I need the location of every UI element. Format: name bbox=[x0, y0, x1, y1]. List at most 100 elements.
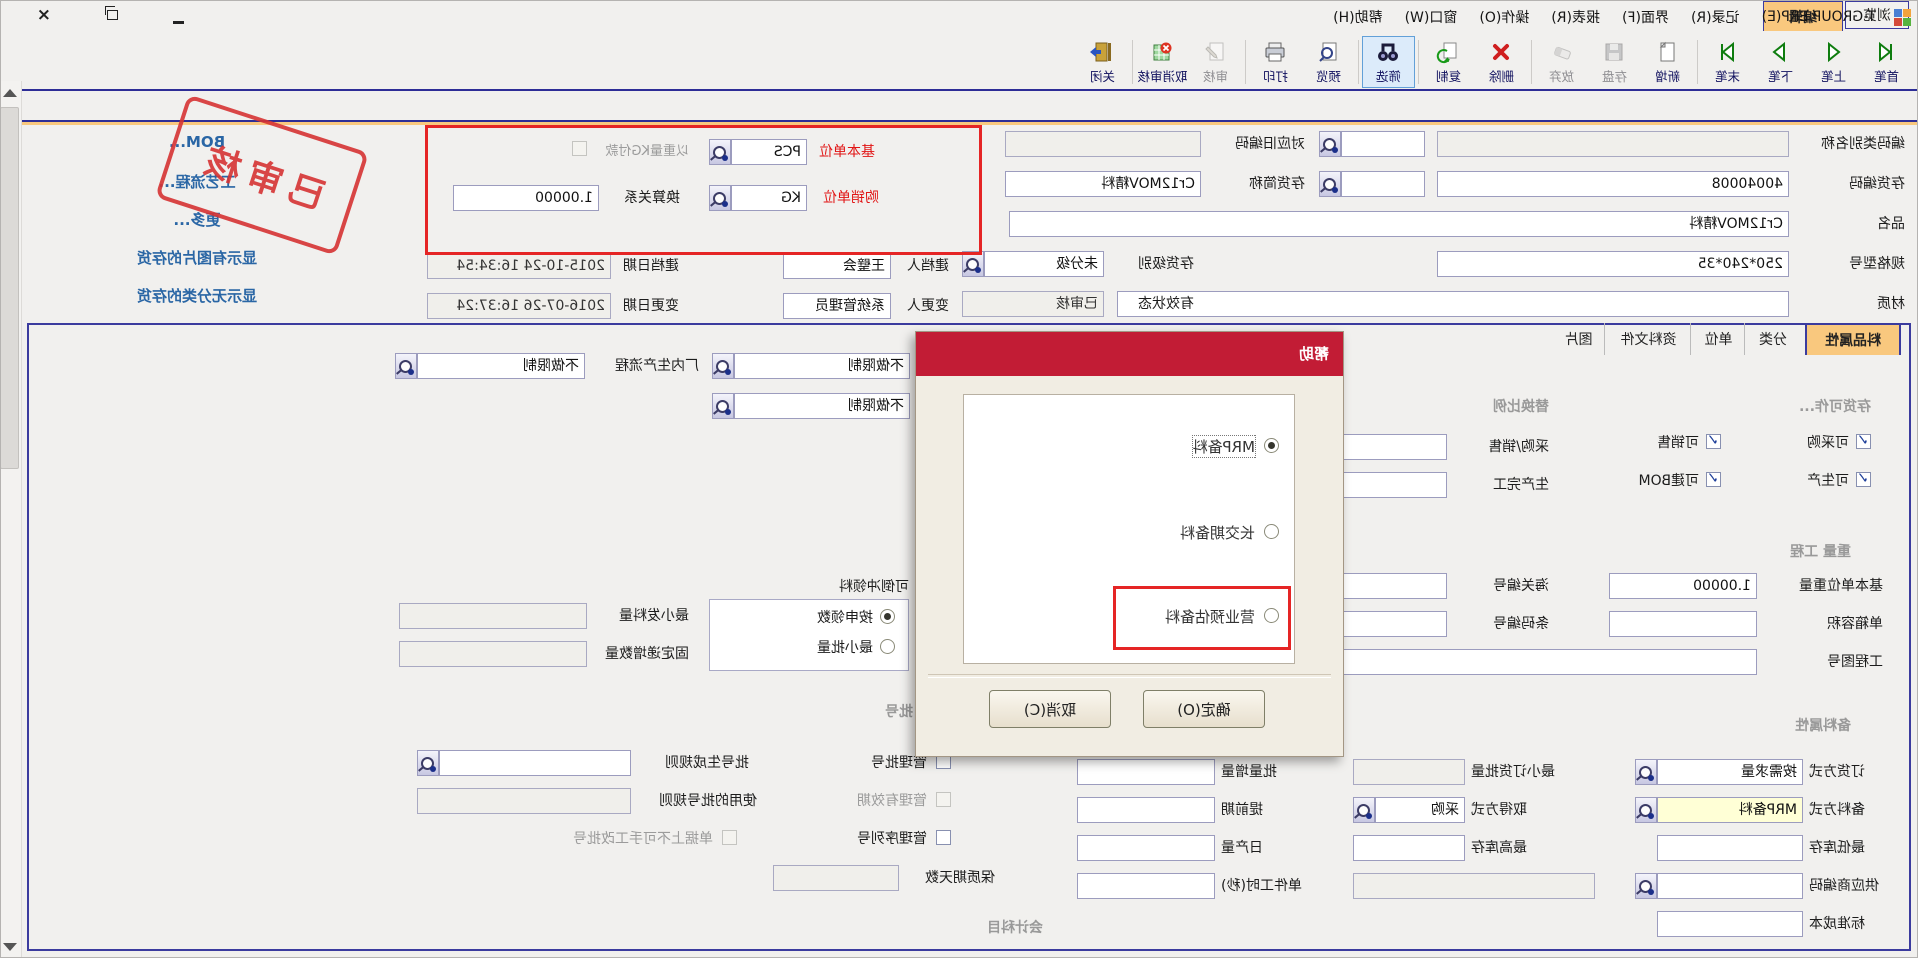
code-category-field[interactable] bbox=[1437, 131, 1789, 157]
link-show-unclassified[interactable]: 显示无分类的存货 bbox=[77, 285, 317, 306]
first-record-button[interactable]: 首笔 bbox=[1860, 36, 1913, 88]
lookup-button[interactable] bbox=[417, 750, 439, 776]
copy-button[interactable]: 复制 bbox=[1422, 36, 1475, 88]
lookup-button[interactable] bbox=[1635, 797, 1657, 823]
tab-images[interactable]: 图片 bbox=[1553, 323, 1605, 355]
tab-data-files[interactable]: 资料文件 bbox=[1607, 323, 1691, 355]
base-weight-field[interactable]: 1.00000 bbox=[1609, 573, 1757, 599]
item-code-field[interactable]: 40040008 bbox=[1437, 171, 1789, 197]
scrollbar-thumb[interactable] bbox=[0, 107, 19, 469]
material-label: 材质 bbox=[1877, 295, 1905, 313]
min-batch-radio[interactable] bbox=[880, 639, 895, 654]
flow-field-1[interactable]: 不做限制 bbox=[734, 353, 910, 379]
manage-serial-checkbox[interactable] bbox=[936, 830, 951, 845]
tab-item-properties[interactable]: 料品属性 bbox=[1805, 323, 1901, 355]
menu-item-help[interactable]: 帮助(H) bbox=[1323, 4, 1392, 30]
preview-button[interactable]: 预览 bbox=[1302, 36, 1355, 88]
min-stock-field[interactable] bbox=[1657, 835, 1803, 861]
long-lead-prepare-radio[interactable] bbox=[1264, 524, 1279, 539]
lookup-button[interactable] bbox=[712, 353, 734, 379]
filter-button[interactable]: 筛选 bbox=[1362, 36, 1415, 88]
lookup-button[interactable] bbox=[1319, 171, 1341, 197]
printer-icon bbox=[1263, 39, 1289, 65]
supplier-name-field bbox=[1353, 873, 1595, 899]
last-record-button[interactable]: 末笔 bbox=[1701, 36, 1754, 88]
menu-item-erp[interactable]: T-GROUP ERP(E) bbox=[1752, 6, 1886, 28]
vertical-scrollbar[interactable] bbox=[0, 81, 22, 958]
material-field[interactable] bbox=[1117, 291, 1789, 317]
mrp-prepare-radio[interactable] bbox=[1264, 438, 1279, 453]
ok-button[interactable]: 确定(O) bbox=[1143, 690, 1265, 728]
by-apply-radio[interactable] bbox=[880, 609, 895, 624]
prepare-mode-field[interactable]: MRP备料 bbox=[1657, 797, 1803, 823]
menu-item-record[interactable]: 记录(R) bbox=[1681, 4, 1750, 30]
lead-time-field[interactable] bbox=[1077, 797, 1215, 823]
batch-incr-field[interactable] bbox=[1077, 759, 1215, 785]
dialog-close-icon[interactable]: × bbox=[928, 343, 1329, 361]
item-abbr-combo[interactable] bbox=[1341, 171, 1425, 197]
level-field[interactable]: 未分级 bbox=[984, 251, 1104, 277]
sellable-checkbox[interactable] bbox=[1706, 434, 1721, 449]
unit-hours-field[interactable] bbox=[1077, 873, 1215, 899]
daily-output-field[interactable] bbox=[1077, 835, 1215, 861]
close-form-button[interactable]: 关闭 bbox=[1076, 36, 1129, 88]
flow-field-2[interactable]: 不做限制 bbox=[417, 353, 585, 379]
menu-item-operate[interactable]: 操作(O) bbox=[1469, 4, 1539, 30]
supplier-code-field[interactable] bbox=[1657, 873, 1803, 899]
batch-rule-label: 批号生成规则 bbox=[665, 754, 749, 772]
magnifier-icon bbox=[1324, 178, 1337, 191]
print-button[interactable]: 打印 bbox=[1249, 36, 1302, 88]
mrp-prepare-label[interactable]: MRP备料 bbox=[1193, 436, 1255, 457]
dialog-titlebar[interactable]: 帮助 × bbox=[916, 332, 1343, 376]
code-category-combo[interactable] bbox=[1341, 131, 1425, 157]
next-record-button[interactable]: 下笔 bbox=[1754, 36, 1807, 88]
max-stock-field[interactable] bbox=[1353, 835, 1465, 861]
std-cost-field[interactable] bbox=[1657, 911, 1803, 937]
shelf-days-label: 保质期天数 bbox=[925, 869, 995, 887]
purchasable-checkbox[interactable] bbox=[1856, 434, 1871, 449]
no-manual-batch-checkbox bbox=[722, 830, 737, 845]
lookup-button[interactable] bbox=[712, 393, 734, 419]
tab-units[interactable]: 单位 bbox=[1693, 323, 1745, 355]
menu-item-window[interactable]: 窗口(W) bbox=[1395, 4, 1468, 30]
shelf-days-field[interactable] bbox=[773, 865, 899, 891]
batch-rule-field[interactable] bbox=[439, 750, 631, 776]
lookup-button[interactable] bbox=[1635, 873, 1657, 899]
drawing-no-field[interactable] bbox=[1337, 649, 1757, 675]
producible-checkbox[interactable] bbox=[1856, 472, 1871, 487]
order-mode-field[interactable]: 按需求量 bbox=[1657, 759, 1803, 785]
box-volume-field[interactable] bbox=[1609, 611, 1757, 637]
minimize-icon[interactable] bbox=[173, 21, 184, 24]
save-button: 存盘 bbox=[1588, 36, 1641, 88]
item-abbr-field[interactable]: Cr12MOV精料 bbox=[1005, 171, 1201, 197]
spec-field[interactable]: 250*240*35 bbox=[1437, 251, 1789, 277]
lookup-button[interactable] bbox=[1319, 131, 1341, 157]
scroll-up-icon[interactable] bbox=[3, 89, 17, 97]
dialog-separator bbox=[928, 674, 1331, 678]
long-lead-prepare-label[interactable]: 长交期备料 bbox=[1180, 522, 1255, 543]
bom-allowed-checkbox[interactable] bbox=[1706, 472, 1721, 487]
cancel-audit-button[interactable]: 取消审核 bbox=[1136, 36, 1189, 88]
new-button[interactable]: 新增 bbox=[1641, 36, 1694, 88]
lookup-button[interactable] bbox=[1635, 759, 1657, 785]
scroll-down-icon[interactable] bbox=[3, 943, 17, 951]
menu-item-ui[interactable]: 界面(F) bbox=[1612, 4, 1679, 30]
flow-field-3[interactable]: 不做限制 bbox=[734, 393, 910, 419]
section-prepare: 备料属性 bbox=[1795, 715, 1851, 735]
old-code-field[interactable] bbox=[1005, 131, 1201, 157]
restore-icon[interactable] bbox=[107, 10, 118, 20]
lookup-button[interactable] bbox=[1353, 797, 1375, 823]
link-show-with-image[interactable]: 显示有图片的存货 bbox=[77, 247, 317, 268]
menu-item-report[interactable]: 报表(R) bbox=[1541, 4, 1610, 30]
cancel-button[interactable]: 取消(C) bbox=[989, 690, 1111, 728]
tab-classification[interactable]: 分类 bbox=[1747, 323, 1799, 355]
item-name-field[interactable]: Cr12MOV精料 bbox=[1009, 211, 1789, 237]
magnifier-icon bbox=[1358, 804, 1371, 817]
manage-serial-label: 管理序列号 bbox=[857, 830, 927, 848]
prev-record-button[interactable]: 上笔 bbox=[1807, 36, 1860, 88]
close-icon[interactable]: × bbox=[37, 7, 51, 24]
lookup-button[interactable] bbox=[395, 353, 417, 379]
modifier-label: 变更人 bbox=[907, 297, 949, 315]
obtain-mode-field[interactable]: 采购 bbox=[1375, 797, 1465, 823]
delete-button[interactable]: 删除 bbox=[1475, 36, 1528, 88]
